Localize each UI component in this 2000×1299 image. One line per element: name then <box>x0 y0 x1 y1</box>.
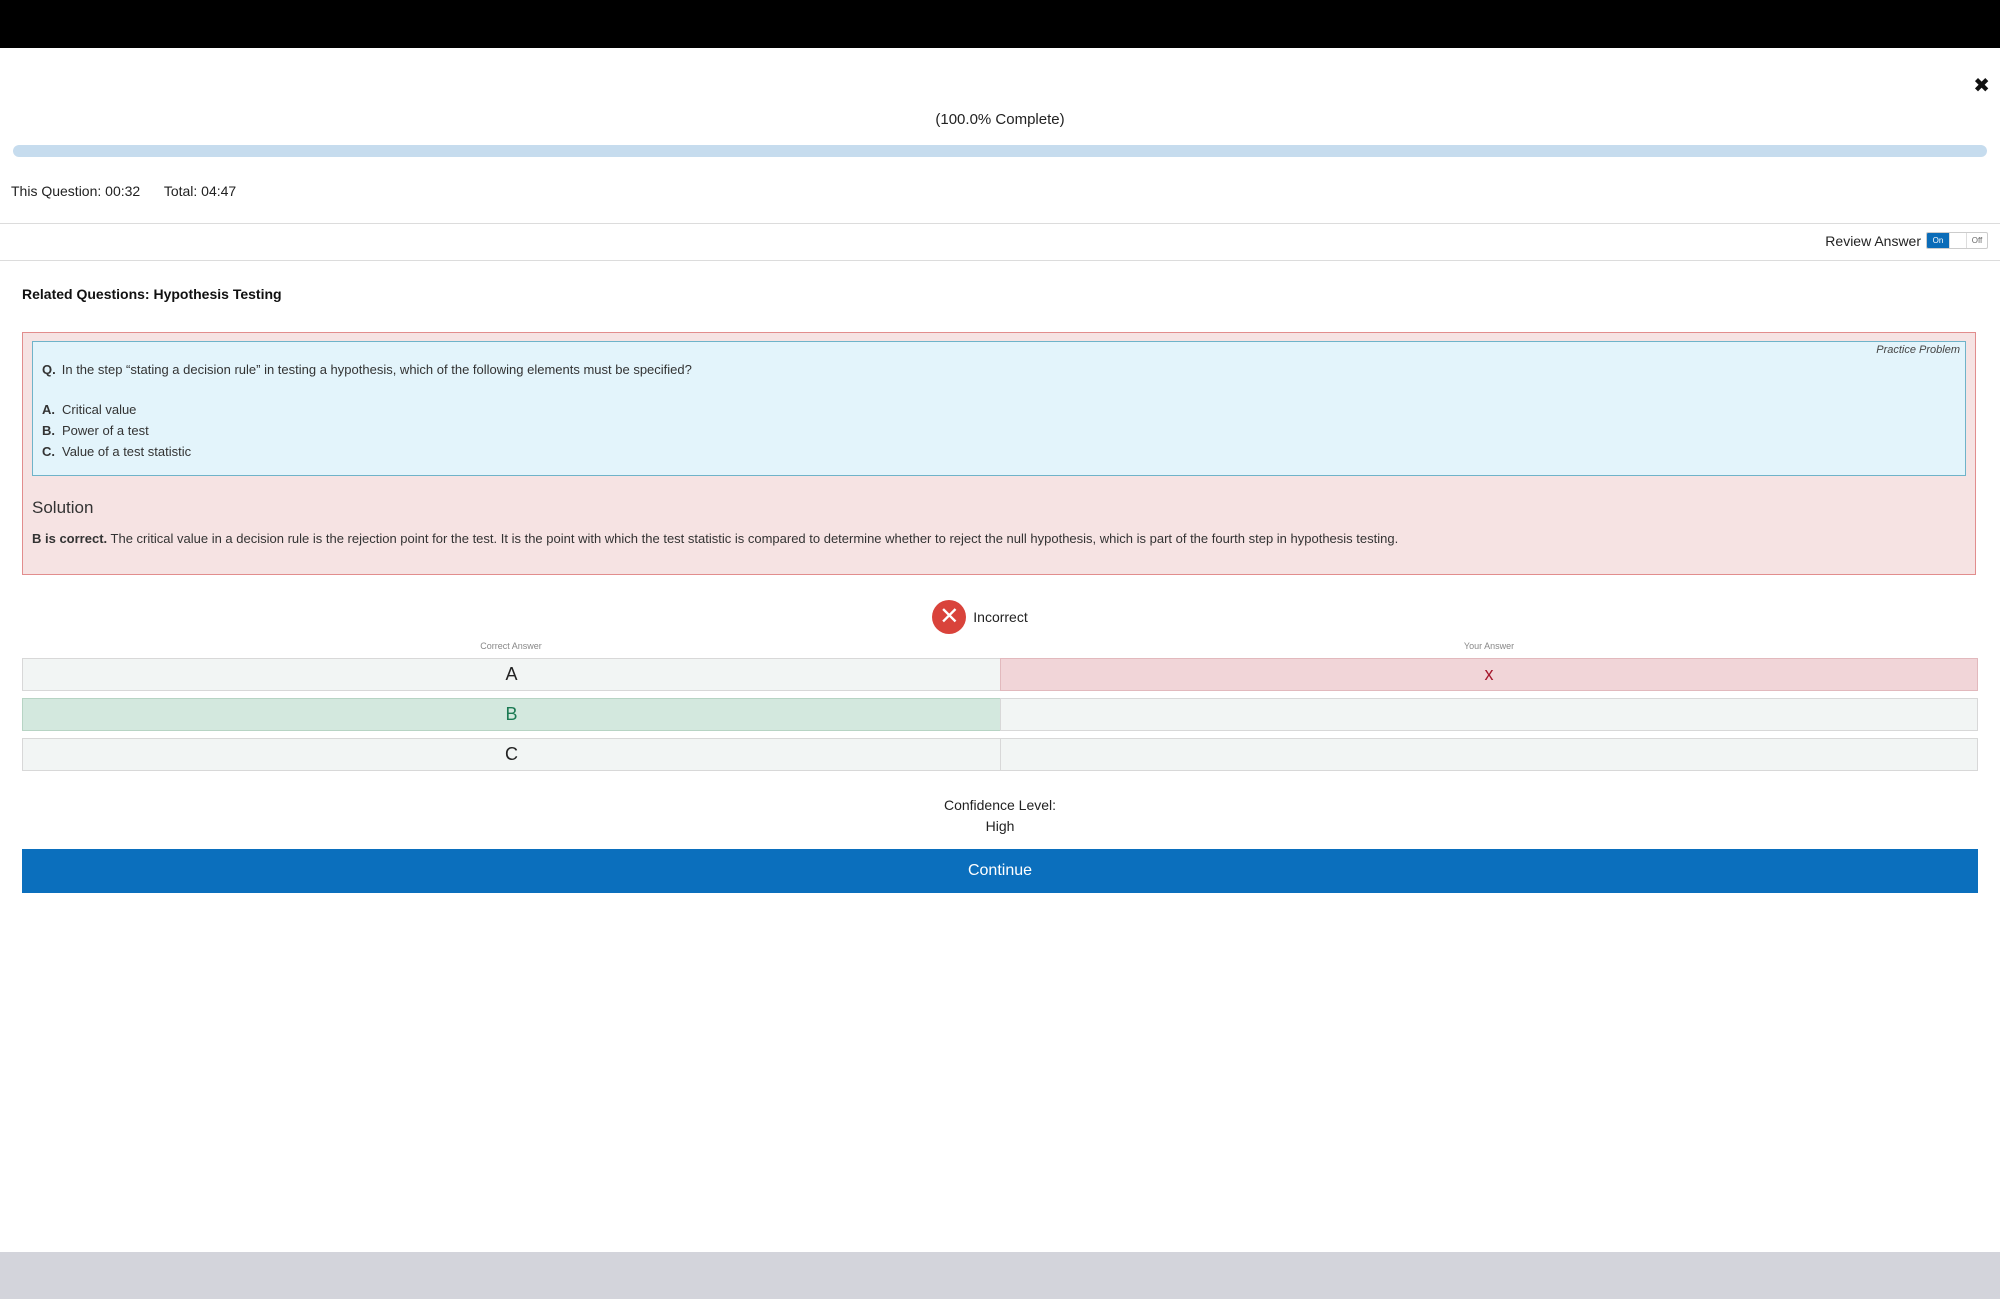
review-answer: Review Answer On Off <box>1825 232 1988 249</box>
option-c: C. Value of a test statistic <box>42 441 191 462</box>
timers: This Question: 00:32 Total: 04:47 <box>11 183 256 199</box>
incorrect-icon: ✕ <box>932 600 967 634</box>
solution-verdict: B is correct. <box>32 531 108 546</box>
top-black-bar <box>0 0 2000 48</box>
total-timer: Total: 04:47 <box>163 183 237 199</box>
confidence-label: Confidence Level: <box>943 797 1057 813</box>
solution-title: Solution <box>32 498 94 517</box>
your-answer-row-b <box>1000 698 1978 731</box>
your-answer-header: Your Answer <box>1463 641 1515 651</box>
answer-options: A. Critical value B. Power of a test C. Val… <box>42 399 191 462</box>
toggle-off: Off <box>1971 236 1983 245</box>
divider <box>0 260 2000 261</box>
your-answer-row-a: x <box>1000 658 1978 691</box>
review-answer-toggle[interactable]: On Off <box>1926 232 1988 249</box>
review-answer-label: Review Answer <box>1825 232 1921 249</box>
option-text: Critical value <box>62 402 137 417</box>
solution-explanation: The critical value in a decision rule is… <box>110 531 1399 546</box>
divider <box>0 223 2000 224</box>
toggle-handle <box>1949 233 1967 248</box>
correct-answer-row-b: B <box>22 698 1001 731</box>
practice-problem-tag: Practice Problem <box>1876 344 1960 356</box>
continue-button[interactable]: Continue <box>22 849 1978 893</box>
question-card: Practice Problem Q. In the step “stating … <box>22 332 1976 575</box>
close-icon[interactable]: ✖ <box>1973 74 1990 98</box>
solution-text: B is correct. The critical value in a de… <box>32 531 1398 546</box>
option-key: C. <box>42 444 55 459</box>
progress-fill <box>13 145 1987 157</box>
question-body: In the step “stating a decision rule” in… <box>61 362 692 377</box>
question-text: Q. In the step “stating a decision rule” … <box>42 362 692 377</box>
bottom-bar <box>0 1252 2000 1299</box>
result-label: Incorrect <box>973 609 1028 625</box>
confidence-value: High <box>985 818 1015 834</box>
option-a: A. Critical value <box>42 399 191 420</box>
toggle-on: On <box>1927 233 1949 248</box>
question-box: Practice Problem Q. In the step “stating … <box>32 341 1966 476</box>
correct-answer-row-c: C <box>22 738 1001 771</box>
related-questions-heading: Related Questions: Hypothesis Testing <box>22 286 282 302</box>
question-prefix: Q. <box>42 362 56 377</box>
option-b: B. Power of a test <box>42 420 191 441</box>
progress-label: (100.0% Complete) <box>935 111 1065 128</box>
option-key: A. <box>42 402 55 417</box>
progress-bar <box>13 145 1987 157</box>
your-answer-row-c <box>1000 738 1978 771</box>
correct-answer-header: Correct Answer <box>480 641 542 651</box>
correct-answer-row-a: A <box>22 658 1001 691</box>
question-timer: This Question: 00:32 <box>11 183 141 199</box>
option-key: B. <box>42 423 55 438</box>
option-text: Value of a test statistic <box>62 444 192 459</box>
option-text: Power of a test <box>62 423 149 438</box>
result-status: ✕ Incorrect <box>0 600 2000 634</box>
